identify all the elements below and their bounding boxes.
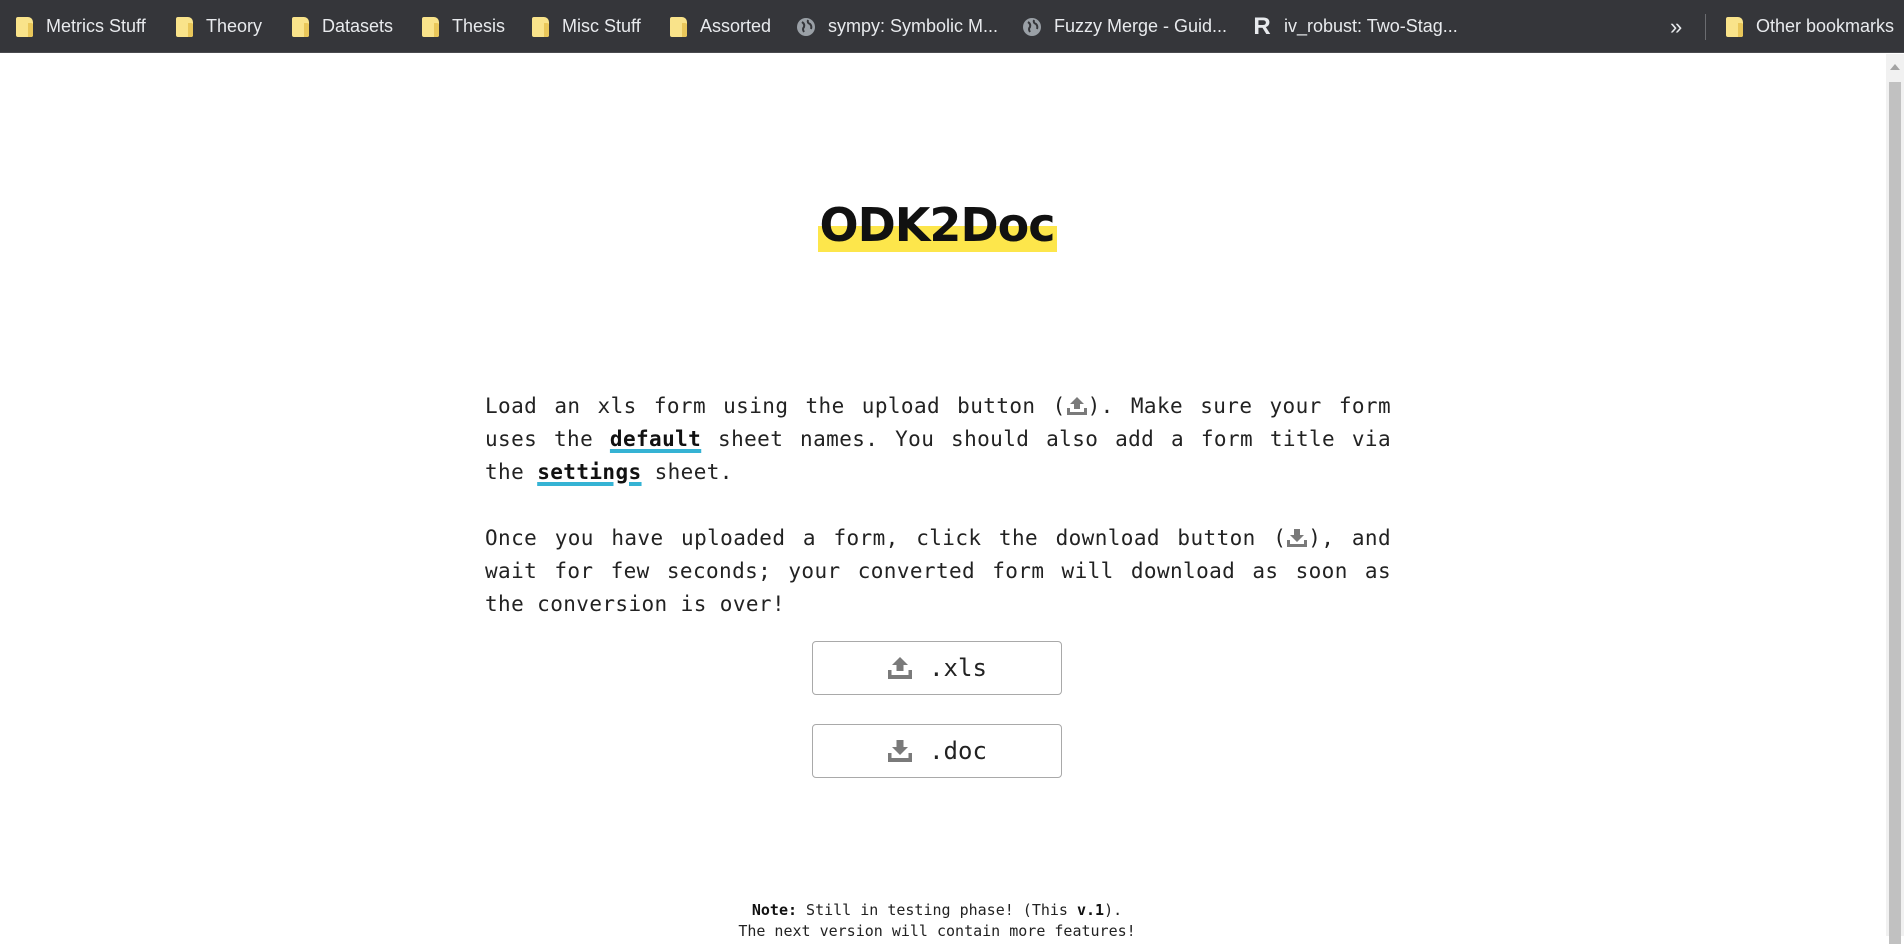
bookmark-label: iv_robust: Two-Stag...: [1284, 16, 1458, 36]
scroll-thumb[interactable]: [1889, 82, 1901, 944]
bookmark-iv-robust[interactable]: R iv_robust: Two-Stag...: [1252, 0, 1458, 53]
bookmark-thesis[interactable]: Thesis: [420, 0, 505, 53]
bookmarks-bar: Metrics Stuff Theory Datasets Thesis Mis…: [0, 0, 1904, 53]
intro-text-segment: Once you have uploaded a form, click the…: [485, 526, 1287, 550]
intro-text: Load an xls form using the upload button…: [485, 390, 1391, 654]
upload-icon: [887, 656, 913, 680]
globe-icon: [1022, 17, 1042, 37]
r-logo-icon: R: [1253, 12, 1271, 40]
download-icon: [1286, 525, 1308, 547]
bookmark-label: Datasets: [322, 16, 394, 36]
bookmark-label: Misc Stuff: [562, 16, 641, 36]
bookmark-label: Other bookmarks: [1756, 16, 1895, 36]
page-title-wrapper: ODK2Doc: [0, 198, 1874, 252]
keyword-default: default: [609, 427, 702, 451]
note-text: Still in testing phase! (This: [797, 901, 1077, 919]
version-label: v.1: [1076, 901, 1105, 919]
bookmark-assorted[interactable]: Assorted: [668, 0, 771, 53]
intro-paragraph-download: Once you have uploaded a form, click the…: [485, 522, 1391, 621]
bookmark-label: Thesis: [452, 16, 506, 36]
page-scrollbar[interactable]: [1886, 54, 1904, 944]
intro-paragraph-upload: Load an xls form using the upload button…: [485, 390, 1391, 489]
intro-text-segment: Load an xls form using the upload button…: [485, 394, 1066, 418]
bookmark-fuzzy-merge[interactable]: Fuzzy Merge - Guid...: [1022, 0, 1227, 53]
folder-icon: [1724, 16, 1744, 37]
bookmark-label: Assorted: [700, 16, 772, 36]
bookmark-misc-stuff[interactable]: Misc Stuff: [530, 0, 641, 53]
bookmark-label: Fuzzy Merge - Guid...: [1054, 16, 1228, 36]
chevron-double-right-icon: »: [1670, 13, 1683, 39]
globe-icon: [796, 17, 816, 37]
folder-icon: [530, 16, 550, 37]
note-label: Note:: [751, 901, 798, 919]
bookmark-theory[interactable]: Theory: [174, 0, 262, 53]
keyword-settings: settings: [537, 460, 642, 484]
bookmark-label: sympy: Symbolic M...: [828, 16, 999, 36]
bookmarks-divider: [1705, 14, 1706, 40]
upload-xls-button[interactable]: .xls: [812, 641, 1062, 695]
page-title: ODK2Doc: [817, 198, 1057, 252]
folder-icon: [174, 16, 194, 37]
scroll-up-arrow-icon[interactable]: [1890, 64, 1900, 70]
folder-icon: [14, 16, 34, 37]
note-line-1: Note: Still in testing phase! (This v.1)…: [0, 900, 1874, 921]
upload-button-label: .xls: [929, 654, 987, 682]
bookmark-metrics-stuff[interactable]: Metrics Stuff: [14, 0, 146, 53]
download-icon: [887, 739, 913, 763]
bookmark-label: Theory: [206, 16, 263, 36]
folder-icon: [420, 16, 440, 37]
bookmark-other[interactable]: Other bookmarks: [1724, 0, 1894, 53]
folder-icon: [668, 16, 688, 37]
bookmark-label: Metrics Stuff: [46, 16, 146, 36]
folder-icon: [290, 16, 310, 37]
upload-icon: [1066, 393, 1088, 415]
more-bookmarks-button[interactable]: »: [1670, 0, 1682, 53]
download-button-label: .doc: [929, 737, 987, 765]
intro-text-segment: sheet.: [641, 460, 733, 484]
download-doc-button[interactable]: .doc: [812, 724, 1062, 778]
bookmark-datasets[interactable]: Datasets: [290, 0, 393, 53]
bookmark-sympy[interactable]: sympy: Symbolic M...: [796, 0, 998, 53]
note-line-2: The next version will contain more featu…: [738, 922, 1136, 940]
note-text: ).: [1104, 901, 1123, 919]
